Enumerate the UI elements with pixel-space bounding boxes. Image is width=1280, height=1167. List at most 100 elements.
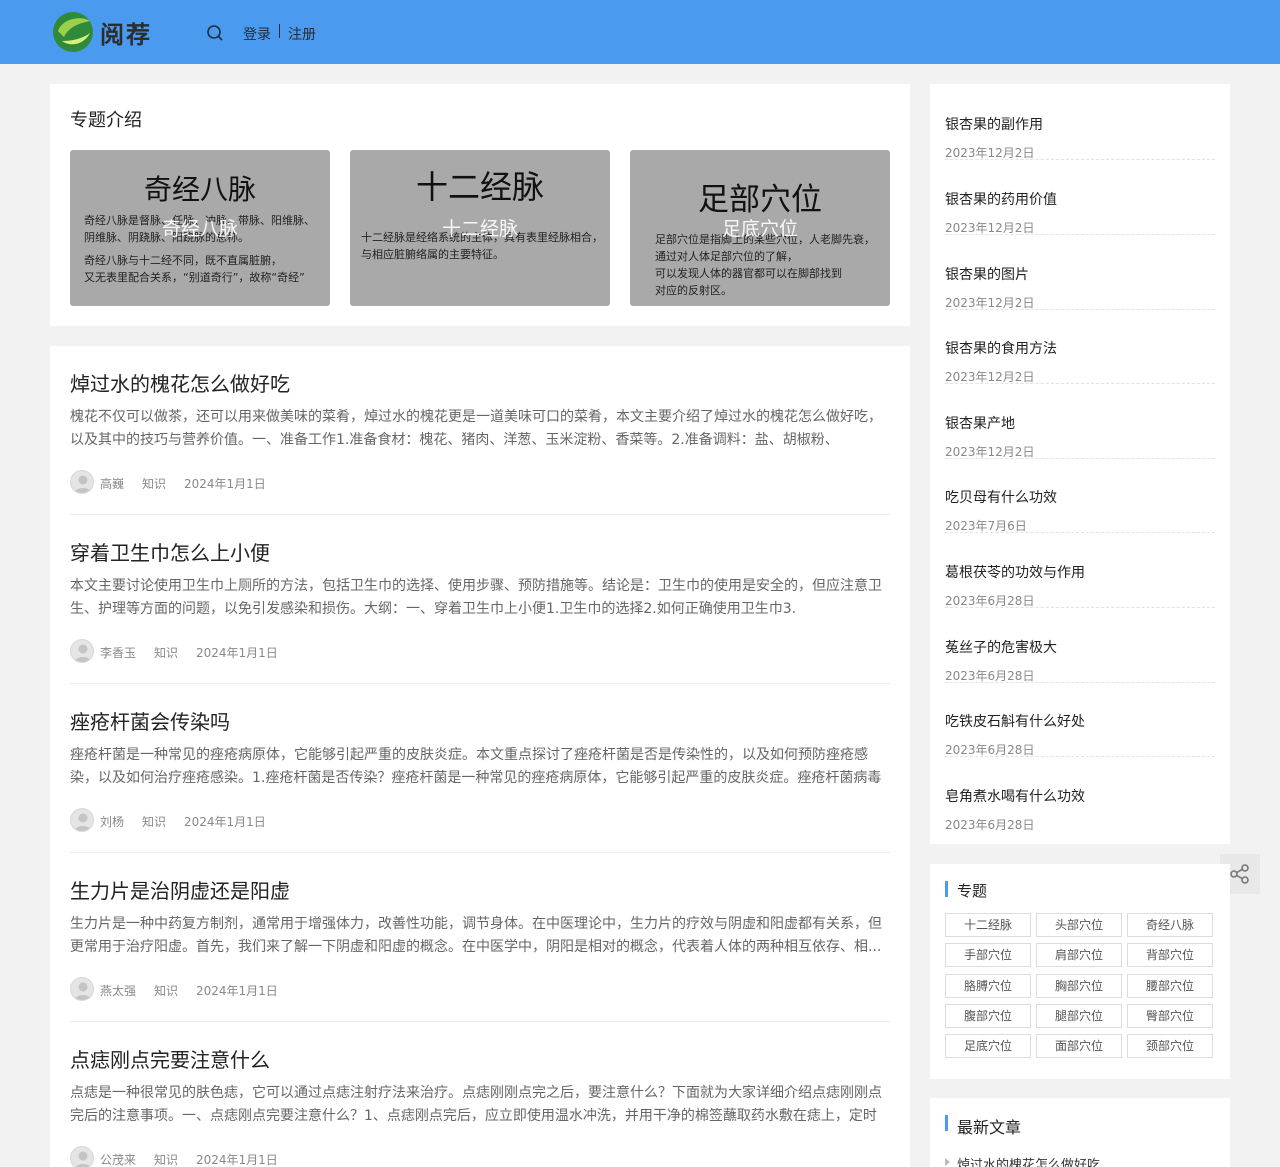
avatar (70, 470, 94, 494)
tile-text-line: 奇经八脉与十二经不同，既不直属脏腑， (84, 254, 282, 267)
tile-text-line: 通过对人体足部穴位的了解， (655, 250, 798, 263)
tile-text-line: 可以发现人体的器官都可以在脚部找到 (655, 267, 842, 280)
tile-text-line: 与相应脏腑络属的主要特征。 (361, 248, 504, 261)
tag-link[interactable]: 肩部穴位 (1036, 943, 1122, 967)
site-logo[interactable]: 阅荐 (52, 11, 172, 55)
sidebar-item-title[interactable]: 皂角煮水喝有什么功效 (945, 786, 1085, 806)
article-title[interactable]: 焯过水的槐花怎么做好吃 (70, 368, 290, 397)
tag-link[interactable]: 腰部穴位 (1127, 974, 1213, 998)
sidebar-list-item: 吃贝母有什么功效 2023年7月6日 (945, 457, 1215, 533)
tag-link[interactable]: 颈部穴位 (1127, 1034, 1213, 1058)
sidebar-item-title[interactable]: 银杏果产地 (945, 413, 1015, 433)
article-title[interactable]: 点痣刚点完要注意什么 (70, 1044, 270, 1073)
topic-tile-shier-jingmai[interactable]: 十二经脉 十二经脉是经络系统的主体，具有表里经脉相合， 与相应脏腑络属的主要特征… (350, 150, 610, 306)
tag-link[interactable]: 十二经脉 (945, 913, 1031, 937)
tag-link[interactable]: 胳膊穴位 (945, 974, 1031, 998)
tag-link[interactable]: 头部穴位 (1036, 913, 1122, 937)
avatar-user-icon (74, 982, 92, 1000)
topic-tile-qijing[interactable]: 奇经八脉 奇经八脉是督脉、任脉、冲脉、带脉、阳维脉、 阴维脉、阴跷脉、阳跷脉的总… (70, 150, 330, 306)
tag-link[interactable]: 面部穴位 (1036, 1034, 1122, 1058)
article-author[interactable]: 高巍 (100, 475, 124, 492)
header-separator (279, 24, 280, 38)
article-title[interactable]: 生力片是治阴虚还是阳虚 (70, 875, 290, 904)
sidebar-list-item: 吃铁皮石斛有什么好处 2023年6月28日 (945, 681, 1215, 757)
tag-link[interactable]: 奇经八脉 (1127, 913, 1213, 937)
article-author[interactable]: 刘杨 (100, 813, 124, 830)
tile-heading: 十二经脉 (415, 168, 544, 206)
article-category[interactable]: 知识 (154, 1151, 178, 1167)
article-category[interactable]: 知识 (154, 644, 178, 661)
avatar (70, 639, 94, 663)
article-category[interactable]: 知识 (142, 475, 166, 492)
article-summary: 本文主要讨论使用卫生巾上厕所的方法，包括卫生巾的选择、使用步骤、预防措施等。结论… (70, 578, 882, 617)
sidebar-item-title[interactable]: 银杏果的药用价值 (945, 189, 1057, 209)
sidebar-list-item: 皂角煮水喝有什么功效 2023年6月28日 (945, 756, 1215, 832)
bullet-arrow-icon (945, 1158, 950, 1166)
latest-articles-panel: 最新文章 焯过水的槐花怎么做好吃 (930, 1098, 1230, 1167)
sidebar-list-item: 银杏果的药用价值 2023年12月2日 (945, 159, 1215, 235)
article-item: 焯过水的槐花怎么做好吃 槐花不仅可以做茶，还可以用来做美味的菜肴，焯过水的槐花更… (70, 346, 890, 515)
article-date: 2024年1月1日 (196, 984, 278, 998)
heading-accent-bar (945, 1115, 948, 1131)
sidebar-item-title[interactable]: 吃铁皮石斛有什么好处 (945, 711, 1085, 731)
article-title[interactable]: 痤疮杆菌会传染吗 (70, 706, 230, 735)
sidebar-list-item: 银杏果的图片 2023年12月2日 (945, 234, 1215, 310)
latest-heading-text: 最新文章 (957, 1118, 1022, 1137)
sidebar-item-title[interactable]: 葛根茯苓的功效与作用 (945, 562, 1085, 582)
sidebar-list-item: 银杏果的副作用 2023年12月2日 (945, 84, 1215, 160)
article-item: 生力片是治阴虚还是阳虚 生力片是一种中药复方制剂，通常用于增强体力，改善性功能，… (70, 853, 890, 1022)
article-category[interactable]: 知识 (142, 813, 166, 830)
sidebar-item-title[interactable]: 银杏果的食用方法 (945, 338, 1057, 358)
tag-link[interactable]: 足底穴位 (945, 1034, 1031, 1058)
heading-accent-bar (945, 881, 948, 897)
article-author[interactable]: 李香玉 (100, 644, 136, 661)
sidebar-article-list: 银杏果的副作用 2023年12月2日 银杏果的药用价值 2023年12月2日 银… (930, 84, 1230, 844)
article-author[interactable]: 燕太强 (100, 982, 136, 999)
article-summary: 点痣是一种很常见的肤色痣，它可以通过点痣注射疗法来治疗。点痣刚刚点完之后，要注意… (70, 1085, 882, 1124)
tag-link[interactable]: 手部穴位 (945, 943, 1031, 967)
article-title[interactable]: 穿着卫生巾怎么上小便 (70, 537, 270, 566)
tag-link[interactable]: 臀部穴位 (1127, 1004, 1213, 1028)
tag-link[interactable]: 背部穴位 (1127, 943, 1213, 967)
topics-tag-panel: 专题 十二经脉 头部穴位 奇经八脉 手部穴位 肩部穴位 背部穴位 胳膊穴位 胸部… (930, 864, 1230, 1079)
topic-intro-title: 专题介绍 (70, 110, 142, 131)
sidebar-item-title[interactable]: 吃贝母有什么功效 (945, 487, 1057, 507)
article-item: 穿着卫生巾怎么上小便 本文主要讨论使用卫生巾上厕所的方法，包括卫生巾的选择、使用… (70, 515, 890, 684)
article-item: 痤疮杆菌会传染吗 痤疮杆菌是一种常见的痤疮病原体，它能够引起严重的皮肤炎症。本文… (70, 684, 890, 853)
sidebar-list-item: 葛根茯苓的功效与作用 2023年6月28日 (945, 532, 1215, 608)
logo-text: 阅荐 (100, 21, 152, 49)
article-summary: 痤疮杆菌是一种常见的痤疮病原体，它能够引起严重的皮肤炎症。本文重点探讨了痤疮杆菌… (70, 747, 882, 786)
sidebar-list-item: 银杏果的食用方法 2023年12月2日 (945, 308, 1215, 384)
sidebar-item-title[interactable]: 银杏果的图片 (945, 264, 1029, 284)
tile-overlay-label: 奇经八脉 (161, 218, 238, 240)
sidebar-item-title[interactable]: 菟丝子的危害极大 (945, 637, 1057, 657)
tile-overlay-label: 足底穴位 (721, 218, 798, 240)
sidebar-item-title[interactable]: 银杏果的副作用 (945, 114, 1043, 134)
tile-heading: 奇经八脉 (143, 173, 256, 206)
sidebar-list-item: 银杏果产地 2023年12月2日 (945, 383, 1215, 459)
tile-overlay-label: 十二经脉 (441, 218, 518, 240)
register-link[interactable]: 注册 (288, 24, 316, 44)
avatar-user-icon (74, 644, 92, 662)
article-author[interactable]: 公茂来 (100, 1151, 136, 1167)
search-icon[interactable] (206, 24, 224, 42)
avatar (70, 808, 94, 832)
article-date: 2024年1月1日 (196, 1153, 278, 1167)
article-date: 2024年1月1日 (184, 815, 266, 829)
logo-leaf-icon (53, 12, 93, 52)
tag-link[interactable]: 腿部穴位 (1036, 1004, 1122, 1028)
article-item: 点痣刚点完要注意什么 点痣是一种很常见的肤色痣，它可以通过点痣注射疗法来治疗。点… (70, 1022, 890, 1167)
login-link[interactable]: 登录 (243, 24, 271, 44)
avatar (70, 977, 94, 1001)
article-summary: 生力片是一种中药复方制剂，通常用于增强体力，改善性功能，调节身体。在中医理论中，… (70, 916, 882, 955)
article-list: 焯过水的槐花怎么做好吃 槐花不仅可以做茶，还可以用来做美味的菜肴，焯过水的槐花更… (50, 346, 910, 1167)
tile-text-line: 又无表里配合关系，“别道奇行”，故称“奇经” (84, 271, 305, 284)
tag-link[interactable]: 腹部穴位 (945, 1004, 1031, 1028)
topic-tile-zubu-xuewei[interactable]: 足部穴位 足部穴位是指脚上的某些穴位，人老脚先衰， 通过对人体足部穴位的了解， … (630, 150, 890, 306)
article-category[interactable]: 知识 (154, 982, 178, 999)
sidebar-list-item: 菟丝子的危害极大 2023年6月28日 (945, 607, 1215, 683)
tag-link[interactable]: 胸部穴位 (1036, 974, 1122, 998)
avatar-user-icon (75, 1151, 91, 1167)
avatar-user-icon (74, 475, 92, 493)
topic-intro-panel: 专题介绍 奇经八脉 奇经八脉是督脉、任脉、冲脉、带脉、阳维脉、 阴维脉、阴跷脉、… (50, 84, 910, 326)
